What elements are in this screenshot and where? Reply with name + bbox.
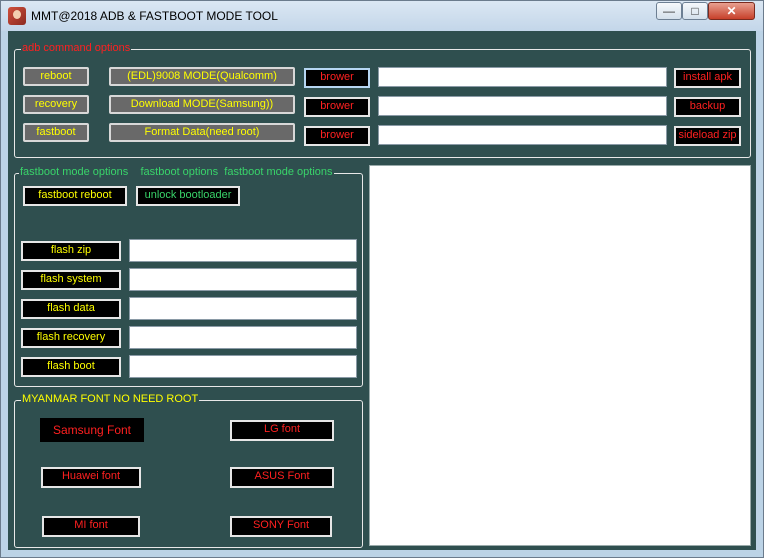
sideload-path-input[interactable] <box>378 125 667 145</box>
asus-font-button[interactable]: ASUS Font <box>230 467 334 488</box>
install-apk-button[interactable]: install apk <box>674 68 741 88</box>
fastboot-legend-part-2: fastboot options <box>140 166 219 178</box>
app-icon <box>8 7 26 25</box>
format-data-button[interactable]: Format Data(need root) <box>109 123 295 142</box>
output-log-panel[interactable] <box>369 165 751 546</box>
recovery-button[interactable]: recovery <box>23 95 89 114</box>
fastboot-button[interactable]: fastboot <box>23 123 89 142</box>
browse-button-1[interactable]: brower <box>304 68 370 88</box>
window-title: MMT@2018 ADB & FASTBOOT MODE TOOL <box>31 9 278 23</box>
adb-options-group: adb command options reboot recovery fast… <box>14 42 751 158</box>
fastboot-legend-part-1: fastboot mode options <box>20 166 129 178</box>
fastboot-reboot-button[interactable]: fastboot reboot <box>23 186 127 206</box>
browse-button-2[interactable]: brower <box>304 97 370 117</box>
minimize-button[interactable]: — <box>656 2 682 20</box>
maximize-icon: □ <box>691 4 699 18</box>
flash-boot-path-input[interactable] <box>129 355 357 378</box>
flash-system-path-input[interactable] <box>129 268 357 291</box>
flash-boot-button[interactable]: flash boot <box>21 357 121 377</box>
backup-path-input[interactable] <box>378 96 667 116</box>
huawei-font-button[interactable]: Huawei font <box>41 467 141 488</box>
sony-font-button[interactable]: SONY Font <box>230 516 332 537</box>
browse-button-3[interactable]: brower <box>304 126 370 146</box>
flash-zip-path-input[interactable] <box>129 239 357 262</box>
flash-zip-button[interactable]: flash zip <box>21 241 121 261</box>
maximize-button[interactable]: □ <box>682 2 708 20</box>
fastboot-options-group: fastboot mode options fastboot options f… <box>14 166 363 387</box>
flash-recovery-path-input[interactable] <box>129 326 357 349</box>
close-button[interactable]: ✕ <box>708 2 755 20</box>
title-bar[interactable]: MMT@2018 ADB & FASTBOOT MODE TOOL — □ ✕ <box>1 1 763 31</box>
myanmar-font-group: MYANMAR FONT NO NEED ROOT Samsung Font L… <box>14 393 363 548</box>
reboot-button[interactable]: reboot <box>23 67 89 86</box>
flash-system-button[interactable]: flash system <box>21 270 121 290</box>
backup-button[interactable]: backup <box>674 97 741 117</box>
mi-font-button[interactable]: MI font <box>42 516 140 537</box>
flash-recovery-button[interactable]: flash recovery <box>21 328 121 348</box>
download-mode-button[interactable]: Download MODE(Samsung)) <box>109 95 295 114</box>
client-area: adb command options reboot recovery fast… <box>8 31 756 550</box>
close-icon: ✕ <box>726 4 737 18</box>
fastboot-options-legend: fastboot mode options fastboot options f… <box>19 166 334 178</box>
lg-font-button[interactable]: LG font <box>230 420 334 441</box>
flash-data-button[interactable]: flash data <box>21 299 121 319</box>
unlock-bootloader-button[interactable]: unlock bootloader <box>136 186 240 206</box>
app-window: MMT@2018 ADB & FASTBOOT MODE TOOL — □ ✕ … <box>0 0 764 558</box>
edl-mode-button[interactable]: (EDL)9008 MODE(Qualcomm) <box>109 67 295 86</box>
apk-path-input[interactable] <box>378 67 667 87</box>
fastboot-legend-part-3: fastboot mode options <box>224 166 333 178</box>
samsung-font-button[interactable]: Samsung Font <box>40 418 144 442</box>
flash-data-path-input[interactable] <box>129 297 357 320</box>
sideload-zip-button[interactable]: sideload zip <box>674 126 741 146</box>
adb-options-legend: adb command options <box>21 42 132 54</box>
myanmar-font-legend: MYANMAR FONT NO NEED ROOT <box>21 393 200 405</box>
minimize-icon: — <box>663 4 675 18</box>
